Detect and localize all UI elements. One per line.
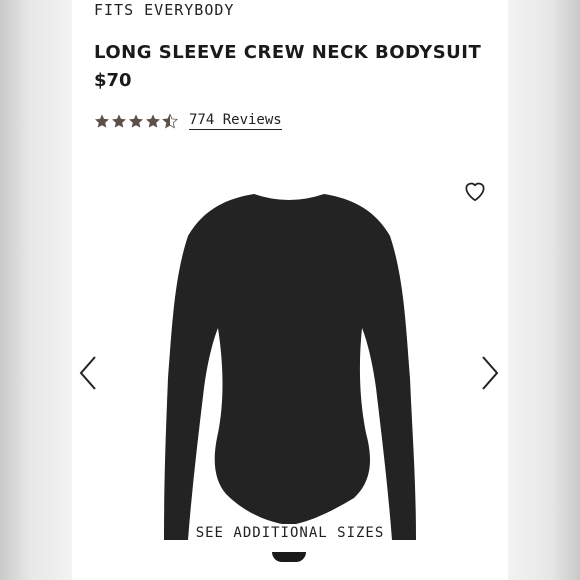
star-icon xyxy=(129,114,143,128)
background-edge-right xyxy=(508,0,580,580)
bodysuit-shape xyxy=(164,194,416,540)
chevron-left-icon[interactable] xyxy=(78,355,98,391)
star-icon xyxy=(95,114,109,128)
product-page: FITS EVERYBODY LONG SLEEVE CREW NECK BOD… xyxy=(72,0,508,580)
product-price: $70 xyxy=(94,70,132,91)
star-icon xyxy=(146,114,160,128)
reviews-link[interactable]: 774 Reviews xyxy=(189,112,282,130)
half-star-icon xyxy=(162,113,178,129)
background-edge-left xyxy=(0,0,72,580)
collection-label: FITS EVERYBODY xyxy=(94,1,235,19)
rating-row: 774 Reviews xyxy=(94,112,282,130)
product-image xyxy=(164,194,416,540)
carousel-indicator xyxy=(272,552,306,562)
see-additional-sizes-link[interactable]: SEE ADDITIONAL SIZES xyxy=(72,525,508,541)
product-title: LONG SLEEVE CREW NECK BODYSUIT xyxy=(94,42,482,63)
star-rating xyxy=(94,113,179,129)
heart-outline-icon[interactable] xyxy=(462,178,488,204)
star-icon xyxy=(112,114,126,128)
chevron-right-icon[interactable] xyxy=(480,355,500,391)
